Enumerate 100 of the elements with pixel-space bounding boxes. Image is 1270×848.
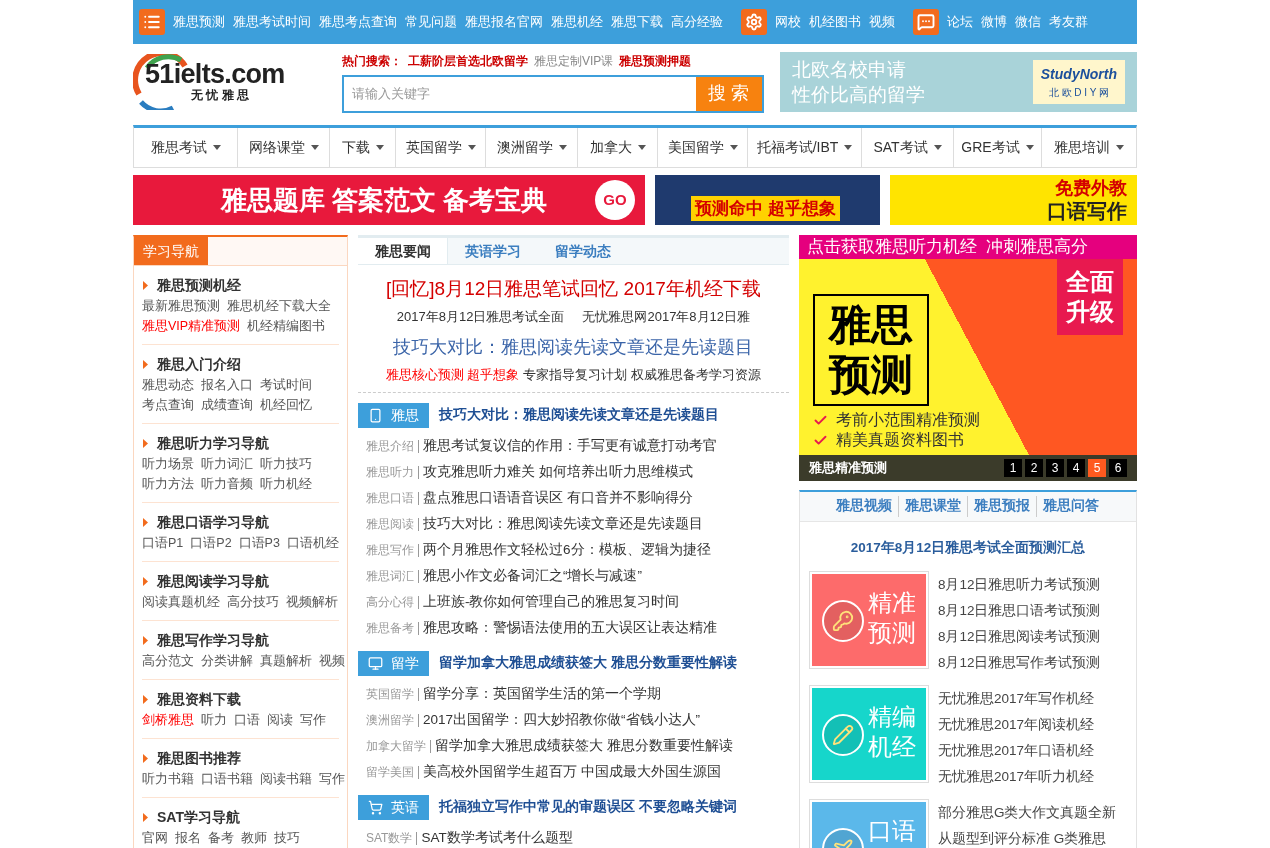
nav-section-heading[interactable]: 雅思听力学习导航 [157,432,269,454]
carousel-page-button[interactable]: 6 [1109,459,1127,477]
nav-link[interactable]: 口语书籍 [201,769,253,789]
news-link[interactable]: 雅思小作文必备词汇之“增长与减速” [423,565,642,587]
promo-banner[interactable]: 预测命中 超乎想象 [655,175,880,225]
nav-menu-item[interactable]: 加拿大 [578,128,658,167]
forecast-link[interactable]: 无忧雅思2017年听力机经 [937,764,1094,791]
nav-section-heading[interactable]: 雅思入门介绍 [157,353,241,375]
nav-link[interactable]: 真题解析 [260,651,312,671]
hot-search-link[interactable]: 工薪阶层首选北欧留学 [408,51,528,70]
nav-link[interactable]: 教师 [241,828,267,848]
news-link[interactable]: 技巧大对比：雅思阅读先读文章还是先读题目 [423,513,703,535]
nav-link[interactable]: 写作 [300,710,326,730]
nav-link[interactable]: 分类讲解 [201,651,253,671]
carousel-page-button[interactable]: 2 [1025,459,1043,477]
carousel-page-button[interactable]: 1 [1004,459,1022,477]
nav-link[interactable]: 听力方法 [142,474,194,494]
news-link[interactable]: 留学分享：英国留学生活的第一个学期 [423,683,661,705]
news-link[interactable]: 雅思考试复议信的作用：手写更有诚意打动考官 [423,435,717,457]
nav-link[interactable]: 口语P1 [142,533,184,553]
nav-link[interactable]: 阅读 [267,710,293,730]
nav-link[interactable]: 雅思机经下载大全 [227,296,331,316]
carousel-page-button[interactable]: 4 [1067,459,1085,477]
nav-link[interactable]: 技巧 [274,828,300,848]
box-tab[interactable]: 雅思视频 [830,496,899,517]
nav-link[interactable]: 视频解析 [286,592,338,612]
nav-menu-item[interactable]: 澳洲留学 [486,128,578,167]
nav-link[interactable]: 听力场景 [142,454,194,474]
forecast-link[interactable]: 8月12日雅思口语考试预测 [937,598,1101,625]
go-button[interactable]: GO [595,180,635,220]
nav-menu-item[interactable]: 雅思考试 [134,128,238,167]
nav-menu-item[interactable]: 美国留学 [658,128,748,167]
nav-link[interactable]: 官网 [142,828,168,848]
nav-menu-item[interactable]: 英国留学 [396,128,486,167]
nav-menu-item[interactable]: SAT考试 [862,128,954,167]
nav-section-heading[interactable]: 雅思预测机经 [157,274,241,296]
nav-section-heading[interactable]: 雅思写作学习导航 [157,629,269,651]
gear-icon[interactable] [741,9,767,35]
nav-link[interactable]: 高分范文 [142,651,194,671]
news-link[interactable]: 2017出国留学：四大妙招教你做“省钱小达人” [423,709,701,731]
nav-link[interactable]: 阅读真题机经 [142,592,220,612]
nav-link[interactable]: 备考 [208,828,234,848]
news-link[interactable]: 两个月雅思作文轻松过6分：模板、逻辑为捷径 [423,539,711,561]
forecast-link[interactable]: 从题型到评分标准 G类雅思 [937,826,1117,848]
box-tab[interactable]: 雅思课堂 [898,496,968,517]
nav-link[interactable]: 听力书籍 [142,769,194,789]
news-link[interactable]: SAT数学考试考什么题型 [421,827,573,848]
promo-link[interactable]: 雅思核心预测 超乎想象 [385,365,520,385]
forecast-link[interactable]: 8月12日雅思写作考试预测 [937,650,1101,677]
news-link[interactable]: 雅思攻略：警惕语法使用的五大误区让表达精准 [423,617,717,639]
nav-link[interactable]: 听力词汇 [201,454,253,474]
subheadline-link[interactable]: 技巧大对比：雅思阅读先读文章还是先读题目 [358,334,789,360]
nav-menu-item[interactable]: 雅思培训 [1042,128,1136,167]
forecast-link[interactable]: 无忧雅思2017年写作机经 [937,686,1094,713]
nav-section-heading[interactable]: 雅思资料下载 [157,688,241,710]
ad-banner[interactable]: 北欧名校申请 性价比高的留学 StudyNorth 北 欧 D I Y 网 [780,52,1137,112]
forecast-link[interactable]: 部分雅思G类大作文真题全新 [937,800,1117,827]
nav-link[interactable]: 听力音频 [201,474,253,494]
nav-link[interactable]: 视频 [319,651,345,671]
nav-link[interactable]: 机经回忆 [260,395,312,415]
forecast-link[interactable]: 无忧雅思2017年阅读机经 [937,712,1094,739]
category-headline[interactable]: 留学加拿大雅思成绩获签大 雅思分数重要性解读 [439,653,737,674]
nav-link[interactable]: 雅思VIP精准预测 [142,316,241,336]
nav-link[interactable]: 口语 [234,710,260,730]
news-tab[interactable]: 雅思要闻 [358,238,448,264]
forecast-link[interactable]: 8月12日雅思听力考试预测 [937,572,1101,599]
nav-link[interactable]: 考点查询 [142,395,194,415]
nav-section-heading[interactable]: 雅思阅读学习导航 [157,570,269,592]
box-title[interactable]: 2017年8月12日雅思考试全面预测汇总 [799,538,1136,559]
nav-menu-item[interactable]: GRE考试 [954,128,1042,167]
box-tab[interactable]: 雅思预报 [967,496,1037,517]
headline-link[interactable]: [回忆]8月12日雅思笔试回忆 2017年机经下载 [358,276,789,302]
nav-section-heading[interactable]: 雅思图书推荐 [157,747,241,769]
nav-link[interactable]: 口语P3 [238,533,280,553]
nav-menu-item[interactable]: 网络课堂 [238,128,330,167]
carousel-page-button[interactable]: 3 [1046,459,1064,477]
news-tab[interactable]: 英语学习 [448,238,538,264]
nav-link[interactable]: 听力机经 [260,474,312,494]
nav-section-heading[interactable]: 雅思口语学习导航 [157,511,269,533]
news-link[interactable]: 留学加拿大雅思成绩获签大 雅思分数重要性解读 [435,735,733,757]
nav-link[interactable]: 雅思动态 [142,375,194,395]
nav-link[interactable]: 报名入口 [201,375,253,395]
news-tab[interactable]: 留学动态 [538,238,628,264]
hot-search-link[interactable]: 雅思定制VIP课 [534,51,614,70]
hot-search-link[interactable]: 雅思预测押题 [619,51,692,70]
promo-banner[interactable]: 雅思题库 答案范文 备考宝典 GO [133,175,645,225]
forecast-link[interactable]: 无忧雅思2017年口语机经 [937,738,1094,765]
nav-link[interactable]: 听力技巧 [260,454,312,474]
nav-link[interactable]: 口语P2 [190,533,232,553]
news-link[interactable]: 攻克雅思听力难关 如何培养出听力思维模式 [423,461,693,483]
chat-icon[interactable] [913,9,939,35]
list-icon[interactable] [139,9,165,35]
nav-link[interactable]: 高分技巧 [227,592,279,612]
nav-menu-item[interactable]: 托福考试/IBT [748,128,862,167]
nav-link[interactable]: 口语机经 [286,533,339,553]
nav-menu-item[interactable]: 下载 [330,128,396,167]
nav-link[interactable]: 写作 [319,769,345,789]
site-logo[interactable]: 51ielts.com 无 忧 雅 思 [133,52,329,112]
category-headline[interactable]: 技巧大对比：雅思阅读先读文章还是先读题目 [439,405,719,426]
nav-link[interactable]: 阅读书籍 [260,769,312,789]
